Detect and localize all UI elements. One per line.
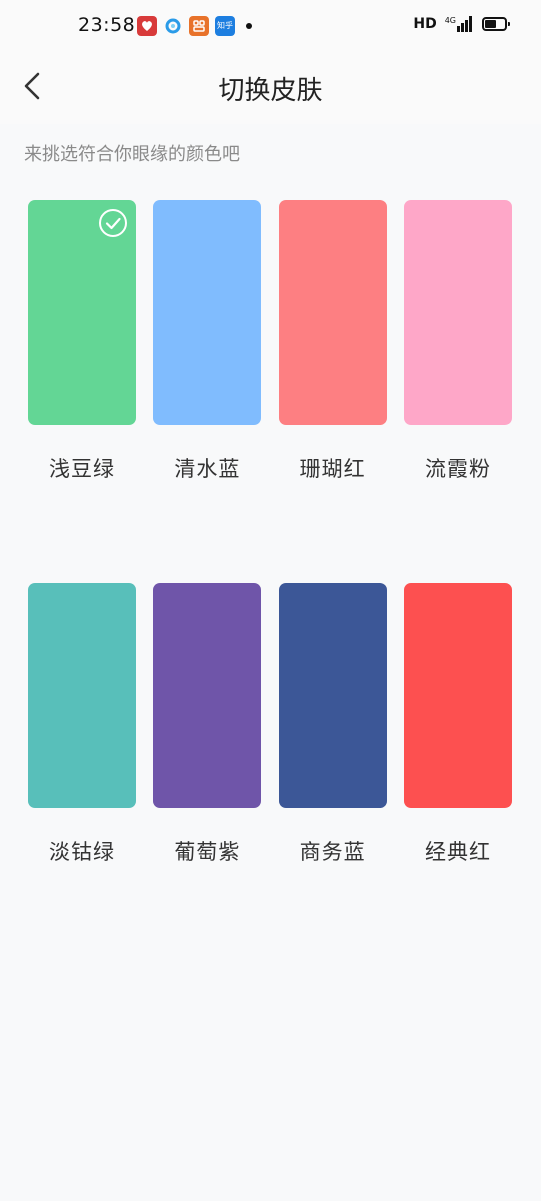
more-notifications-dot [246,23,252,29]
skin-swatch [28,583,136,808]
battery-icon [482,17,510,31]
battery-level [485,20,497,28]
skin-option[interactable]: 淡钴绿 [28,583,136,866]
skin-option[interactable]: 珊瑚红 [278,200,387,483]
skin-label: 商务蓝 [299,840,366,864]
skin-swatch [403,583,512,808]
skin-option[interactable]: 清水蓝 [153,200,262,483]
page-subtitle: 来挑选符合你眼缘的颜色吧 [24,144,240,165]
skin-swatch [28,200,136,425]
skin-row: 浅豆绿 清水蓝 珊瑚红 流霞粉 [28,200,512,483]
skin-grid: 浅豆绿 清水蓝 珊瑚红 流霞粉 淡钴绿 葡萄紫 商务蓝 经典红 [28,200,512,966]
zhihu-app-icon: 知乎 [215,16,235,36]
skin-label: 葡萄紫 [174,840,241,864]
skin-swatch [278,583,387,808]
status-time: 23:58 [78,14,136,36]
selected-check-icon [99,209,127,237]
skin-swatch [278,200,387,425]
top-nav-bar: 切换皮肤 [0,52,541,124]
signal-icon: 4G [445,16,473,32]
skin-swatch [153,583,262,808]
skin-label: 珊瑚红 [299,457,366,481]
skin-label: 淡钴绿 [49,840,115,864]
meituan-app-icon [189,16,209,36]
skin-option[interactable]: 浅豆绿 [28,200,136,483]
skin-label: 流霞粉 [424,457,491,481]
skin-label: 经典红 [424,840,491,864]
skin-swatch [153,200,262,425]
network-type-label: 4G [444,16,456,25]
page-title: 切换皮肤 [218,76,323,106]
skin-option[interactable]: 经典红 [403,583,512,866]
hd-indicator: HD [413,16,437,32]
skin-label: 浅豆绿 [49,457,115,481]
skin-swatch [403,200,512,425]
pinduoduo-app-icon [137,16,157,36]
status-right: HD 4G [413,16,510,32]
status-bar: 23:58 知乎 HD 4G [0,0,541,52]
notification-icons: 知乎 [137,16,252,36]
browser-app-icon [163,16,183,36]
skin-option[interactable]: 葡萄紫 [153,583,262,866]
skin-switch-screen: 23:58 知乎 HD 4G 切换皮肤 来挑选符合你眼缘的颜色吧 浅豆绿 清水蓝… [0,0,541,1201]
skin-option[interactable]: 商务蓝 [278,583,387,866]
skin-option[interactable]: 流霞粉 [403,200,512,483]
skin-row: 淡钴绿 葡萄紫 商务蓝 经典红 [28,583,512,866]
skin-label: 清水蓝 [174,457,241,481]
